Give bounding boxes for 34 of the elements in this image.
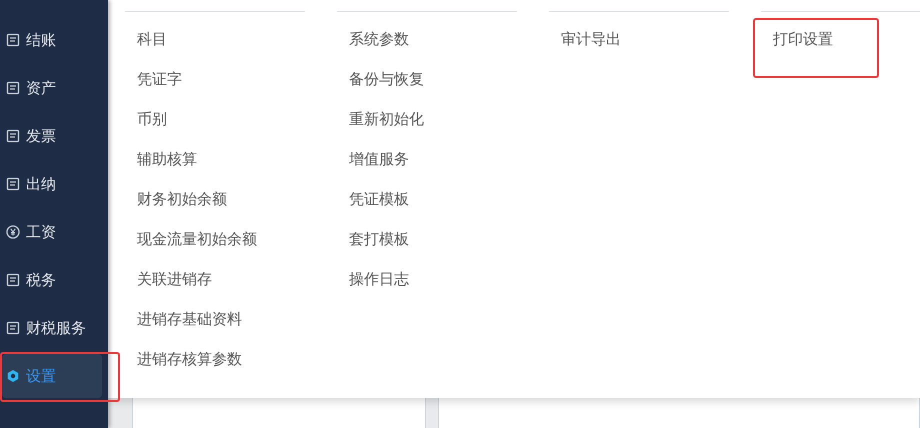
menu-item[interactable]: 审计导出 bbox=[549, 30, 621, 50]
sidebar-item[interactable]: 资产 bbox=[2, 66, 102, 110]
document-icon bbox=[6, 273, 20, 287]
menu-item[interactable]: 打印设置 bbox=[761, 30, 833, 50]
menu-item[interactable]: 增值服务 bbox=[337, 150, 409, 170]
menu-item[interactable]: 操作日志 bbox=[337, 270, 409, 290]
sidebar-item[interactable]: 设置 bbox=[2, 354, 102, 398]
document-icon bbox=[6, 321, 20, 335]
document-icon bbox=[6, 33, 20, 47]
sidebar-item[interactable]: 财税服务 bbox=[2, 306, 102, 350]
menu-item[interactable]: 币别 bbox=[125, 110, 167, 130]
menu-item[interactable]: 重新初始化 bbox=[337, 110, 424, 130]
sidebar-item[interactable]: 工资 bbox=[2, 210, 102, 254]
menu-item[interactable]: 凭证字 bbox=[125, 70, 182, 90]
document-icon bbox=[6, 177, 20, 191]
sidebar-item[interactable]: 结账 bbox=[2, 18, 102, 62]
menu-item[interactable]: 科目 bbox=[125, 30, 167, 50]
gear-icon bbox=[6, 369, 20, 383]
menu-item[interactable]: 套打模板 bbox=[337, 230, 409, 250]
menu-item[interactable]: 现金流量初始余额 bbox=[125, 230, 257, 250]
menu-item[interactable]: 系统参数 bbox=[337, 30, 409, 50]
document-icon bbox=[6, 129, 20, 143]
document-icon bbox=[6, 81, 20, 95]
menu-item[interactable]: 关联进销存 bbox=[125, 270, 212, 290]
menu-item[interactable]: 凭证模板 bbox=[337, 190, 409, 210]
sidebar-item[interactable]: 出纳 bbox=[2, 162, 102, 206]
yen-icon bbox=[6, 225, 20, 239]
menu-item[interactable]: 备份与恢复 bbox=[337, 70, 424, 90]
menu-item[interactable]: 财务初始余额 bbox=[125, 190, 227, 210]
menu-item[interactable]: 进销存核算参数 bbox=[125, 350, 242, 370]
sidebar-item[interactable]: 发票 bbox=[2, 114, 102, 158]
menu-item[interactable]: 辅助核算 bbox=[125, 150, 197, 170]
sidebar-item[interactable]: 税务 bbox=[2, 258, 102, 302]
menu-item[interactable]: 进销存基础资料 bbox=[125, 310, 242, 330]
